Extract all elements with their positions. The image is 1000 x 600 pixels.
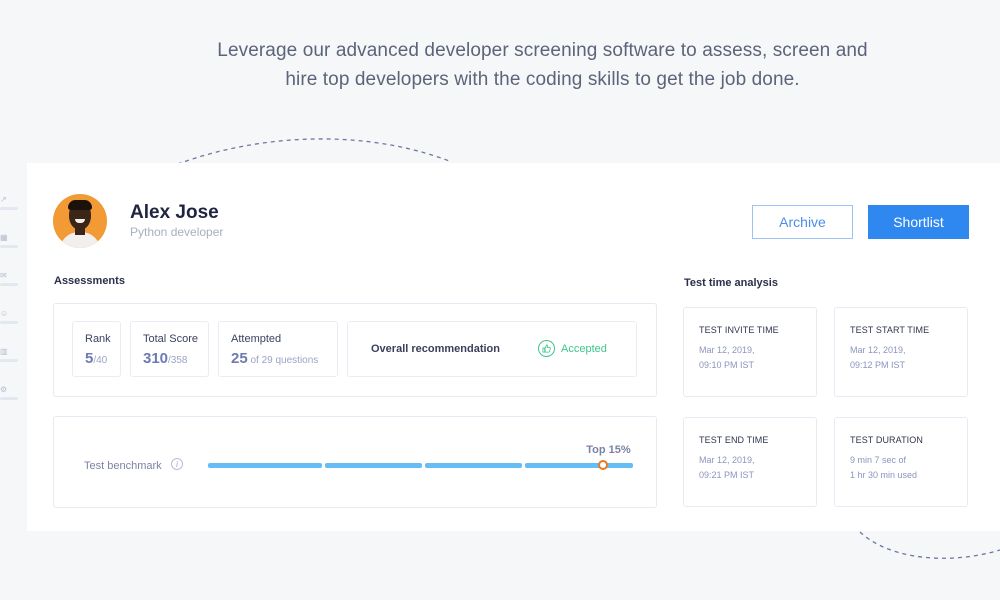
- time-card-value: Mar 12, 2019, 09:21 PM IST: [699, 453, 755, 483]
- total-score-stat: Total Score 310/358: [130, 321, 209, 377]
- attempted-total: of 29 questions: [247, 355, 319, 366]
- info-icon[interactable]: i: [171, 458, 183, 470]
- time-card-value: Mar 12, 2019, 09:12 PM IST: [850, 343, 906, 373]
- benchmark-panel: Test benchmark i Top 15%: [53, 416, 657, 508]
- time-card-start: TEST START TIME Mar 12, 2019, 09:12 PM IS…: [834, 307, 968, 397]
- benchmark-marker: [598, 460, 609, 470]
- dashed-curve-bottom: [859, 531, 1000, 559]
- time-card-line-2: 09:21 PM IST: [699, 470, 755, 480]
- time-card-heading: TEST START TIME: [850, 325, 930, 335]
- total-score-number: 310: [143, 350, 169, 367]
- benchmark-segment: [425, 463, 522, 468]
- rail-item-calendar[interactable]: ▦: [0, 233, 20, 253]
- rail-item-trend[interactable]: ↗: [0, 195, 20, 215]
- total-score-max: /358: [168, 355, 188, 366]
- rank-total: /40: [93, 355, 108, 366]
- recommendation-status: Accepted: [538, 340, 607, 357]
- benchmark-segment: [208, 463, 322, 468]
- attempted-stat: Attempted 25 of 29 questions: [218, 321, 338, 377]
- time-card-line-1: Mar 12, 2019,: [699, 455, 755, 465]
- tagline-line-2: hire top developers with the coding skil…: [285, 69, 800, 90]
- time-card-line-2: 09:10 PM IST: [699, 360, 755, 370]
- time-card-line-2: 09:12 PM IST: [850, 360, 906, 370]
- rail-item-chart[interactable]: ▥: [0, 347, 20, 367]
- chart-icon: ▥: [0, 347, 8, 356]
- time-card-duration: TEST DURATION 9 min 7 sec of 1 hr 30 min …: [834, 417, 968, 507]
- time-card-value: Mar 12, 2019, 09:10 PM IST: [699, 343, 755, 373]
- time-card-line-1: 9 min 7 sec of: [850, 455, 907, 465]
- candidate-name: Alex Jose: [130, 202, 219, 223]
- benchmark-top-label: Top 15%: [586, 444, 631, 456]
- time-card-value: 9 min 7 sec of 1 hr 30 min used: [850, 453, 917, 483]
- archive-button[interactable]: Archive: [752, 205, 853, 239]
- accepted-status-text: Accepted: [561, 342, 607, 355]
- time-card-end: TEST END TIME Mar 12, 2019, 09:21 PM IST: [683, 417, 817, 507]
- settings-icon: ⚙: [0, 385, 8, 394]
- side-rail: ↗ ▦ ✉ ☺ ▥ ⚙: [0, 185, 26, 410]
- thumbs-up-icon: [538, 340, 555, 357]
- candidate-card: Alex Jose Python developer Archive Short…: [27, 163, 1000, 531]
- rank-label: Rank: [85, 333, 111, 345]
- time-card-line-2: 1 hr 30 min used: [850, 470, 918, 480]
- benchmark-segment: [525, 463, 633, 468]
- trend-icon: ↗: [0, 195, 7, 204]
- total-score-value: 310/358: [143, 350, 188, 367]
- avatar-hair: [68, 200, 92, 210]
- rail-bar: [0, 283, 18, 286]
- total-score-label: Total Score: [143, 333, 199, 345]
- tagline-line-1: Leverage our advanced developer screenin…: [217, 40, 868, 61]
- rail-bar: [0, 359, 18, 362]
- rail-item-people[interactable]: ☺: [0, 309, 20, 329]
- time-card-heading: TEST END TIME: [699, 435, 769, 445]
- rank-stat: Rank 5/40: [72, 321, 121, 377]
- benchmark-segment: [325, 463, 422, 468]
- rail-item-mail[interactable]: ✉: [0, 271, 20, 291]
- recommendation-stat: Overall recommendation Accepted: [347, 321, 637, 377]
- calendar-icon: ▦: [0, 233, 8, 242]
- rail-bar: [0, 207, 18, 210]
- time-card-heading: TEST DURATION: [850, 435, 923, 445]
- attempted-number: 25: [231, 350, 248, 367]
- tagline: Leverage our advanced developer screenin…: [0, 36, 1000, 94]
- time-card-line-1: Mar 12, 2019,: [699, 345, 755, 355]
- assessments-title: Assessments: [54, 275, 125, 287]
- benchmark-label: Test benchmark: [84, 460, 162, 472]
- assessment-stats-panel: Rank 5/40 Total Score 310/358 Attempted …: [53, 303, 657, 397]
- time-card-invite: TEST INVITE TIME Mar 12, 2019, 09:10 PM I…: [683, 307, 817, 397]
- recommendation-label: Overall recommendation: [371, 343, 500, 355]
- rail-bar: [0, 321, 18, 324]
- time-analysis-title: Test time analysis: [684, 277, 778, 289]
- rail-bar: [0, 245, 18, 248]
- time-card-line-1: Mar 12, 2019,: [850, 345, 906, 355]
- people-icon: ☺: [0, 309, 9, 318]
- time-card-heading: TEST INVITE TIME: [699, 325, 779, 335]
- avatar: [53, 194, 107, 248]
- candidate-role: Python developer: [130, 225, 224, 239]
- shortlist-button[interactable]: Shortlist: [868, 205, 969, 239]
- mail-icon: ✉: [0, 271, 7, 280]
- attempted-label: Attempted: [231, 333, 282, 345]
- rail-item-settings[interactable]: ⚙: [0, 385, 20, 405]
- attempted-value: 25 of 29 questions: [231, 350, 318, 367]
- rail-bar: [0, 397, 18, 400]
- rank-value: 5/40: [85, 350, 107, 367]
- benchmark-track: [208, 460, 633, 470]
